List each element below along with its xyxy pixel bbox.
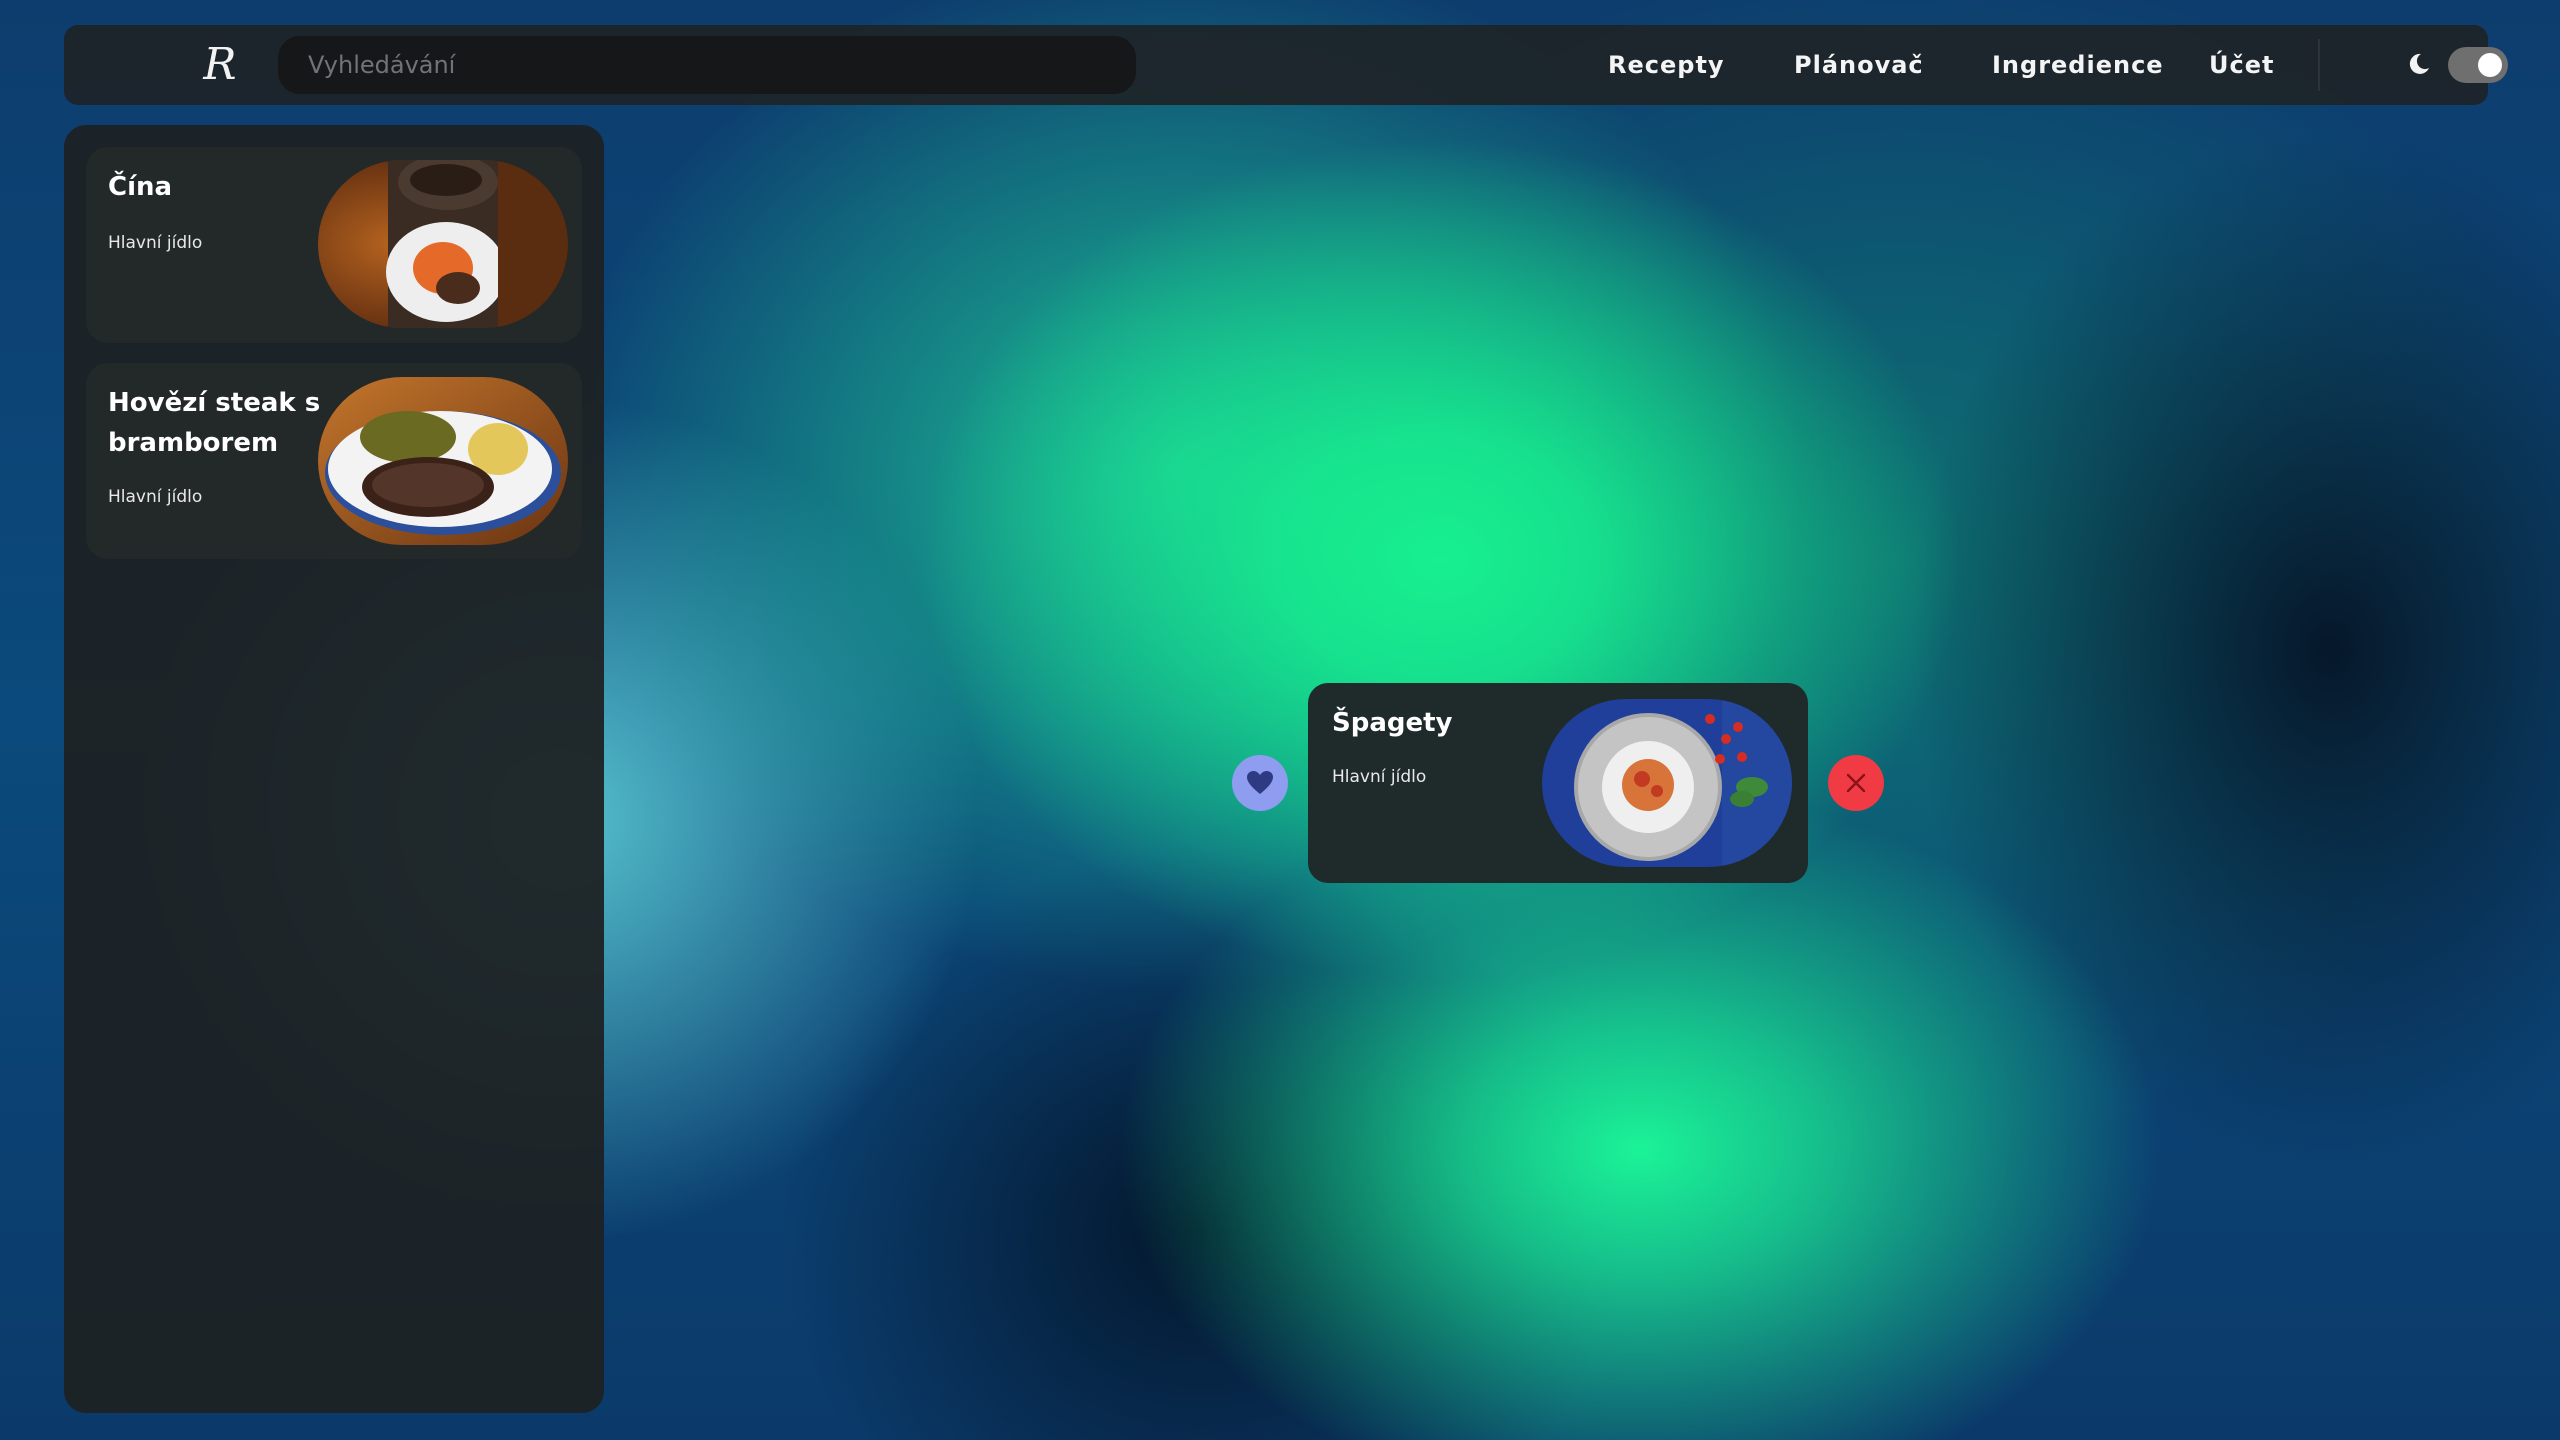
recipe-title: Špagety (1332, 708, 1453, 738)
recipe-title: Hovězí steak s bramborem (108, 388, 321, 458)
nav-planovac[interactable]: Plánovač (1794, 51, 1924, 79)
nav-ucet[interactable]: Účet (2209, 51, 2274, 79)
recipe-category: Hlavní jídlo (108, 487, 203, 507)
like-button[interactable] (1232, 755, 1288, 811)
recipe-title: Čína (108, 172, 173, 202)
nav-ingredience[interactable]: Ingredience (1992, 51, 2164, 79)
recipe-image (318, 160, 568, 328)
dragged-recipe-card[interactable]: Špagety Hlavní jídlo (1308, 683, 1808, 883)
top-navigation-bar: R Recepty Plánovač Ingredience Účet (64, 25, 2508, 105)
moon-icon (2409, 53, 2429, 74)
nav-divider (2318, 39, 2320, 91)
recipe-image (1542, 699, 1792, 867)
search-input[interactable] (306, 50, 1108, 80)
theme-toggle[interactable] (2448, 47, 2508, 83)
app-logo[interactable]: R (194, 39, 246, 91)
recipe-sidebar: Čína Hlavní jídlo Hovězí steak s brambor… (64, 125, 604, 1413)
search-box[interactable] (278, 36, 1136, 94)
heart-icon (1247, 771, 1273, 794)
recipe-category: Hlavní jídlo (1332, 767, 1427, 787)
recipe-category: Hlavní jídlo (108, 233, 203, 253)
recipe-card[interactable]: Čína Hlavní jídlo (86, 147, 582, 343)
theme-toggle-knob (2478, 53, 2502, 77)
close-icon (1846, 773, 1866, 793)
nav-recepty[interactable]: Recepty (1608, 51, 1725, 79)
recipe-card[interactable]: Hovězí steak s bramborem Hlavní jídlo (86, 363, 582, 559)
remove-button[interactable] (1828, 755, 1884, 811)
recipe-image (318, 377, 568, 545)
